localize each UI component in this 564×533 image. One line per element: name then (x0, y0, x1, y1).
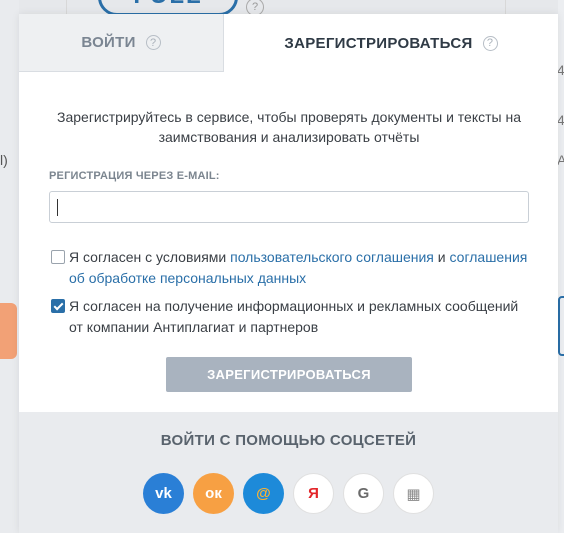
marketing-row: Я согласен на получение информационных и… (49, 296, 529, 338)
background-right-column (558, 0, 564, 533)
agreement-text-before: Я согласен с условиями (69, 249, 231, 265)
social-login-section: ВОЙТИ С ПОМОЩЬЮ СОЦСЕТЕЙ vk ок @ Я G ▦ (19, 412, 558, 533)
background-divider (66, 0, 67, 14)
agreement-text: Я согласен с условиями пользовательского… (69, 247, 529, 289)
email-input[interactable] (49, 191, 529, 223)
tab-register-label: ЗАРЕГИСТРИРОВАТЬСЯ (284, 34, 473, 52)
background-left-column (0, 0, 19, 533)
background-divider (505, 0, 506, 14)
background-right-letter: A (557, 152, 564, 168)
background-right-letter: 4 (557, 62, 564, 78)
tab-login[interactable]: ВОЙТИ ? (19, 14, 224, 72)
register-intro-text: Зарегистрируйтесь в сервисе, чтобы прове… (57, 109, 521, 145)
microsoft-icon[interactable]: ▦ (393, 473, 434, 514)
register-button[interactable]: ЗАРЕГИСТРИРОВАТЬСЯ (166, 357, 412, 392)
text-cursor (57, 199, 58, 216)
help-icon[interactable]: ? (482, 35, 498, 51)
yandex-icon[interactable]: Я (293, 473, 334, 514)
email-label: РЕГИСТРАЦИЯ ЧЕРЕЗ E-MAIL: (49, 170, 220, 182)
agreement-checkbox[interactable] (51, 250, 65, 264)
background-left-text: l) (0, 152, 8, 168)
odnoklassniki-icon[interactable]: ок (193, 473, 234, 514)
agreement-row: Я согласен с условиями пользовательского… (49, 247, 529, 289)
background-orange-button (0, 303, 17, 359)
background-right-letter: 4 (557, 112, 564, 128)
social-login-title: ВОЙТИ С ПОМОЩЬЮ СОЦСЕТЕЙ (160, 432, 417, 449)
marketing-text: Я согласен на получение информационных и… (69, 298, 519, 335)
mailru-icon[interactable]: @ (243, 473, 284, 514)
background-right-box (558, 296, 564, 356)
google-icon[interactable]: G (343, 473, 384, 514)
vk-icon[interactable]: vk (143, 473, 184, 514)
agreement-text-mid: и (433, 249, 450, 265)
tab-register[interactable]: ЗАРЕГИСТРИРОВАТЬСЯ ? (224, 14, 558, 72)
marketing-checkbox[interactable] (51, 299, 65, 313)
tab-login-label: ВОЙТИ (81, 34, 136, 51)
help-icon[interactable]: ? (145, 35, 161, 50)
auth-tabs: ВОЙТИ ? ЗАРЕГИСТРИРОВАТЬСЯ ? (19, 14, 558, 72)
auth-modal: ВОЙТИ ? ЗАРЕГИСТРИРОВАТЬСЯ ? Зарегистрир… (19, 14, 558, 533)
user-agreement-link[interactable]: пользовательского соглашения (230, 249, 434, 265)
